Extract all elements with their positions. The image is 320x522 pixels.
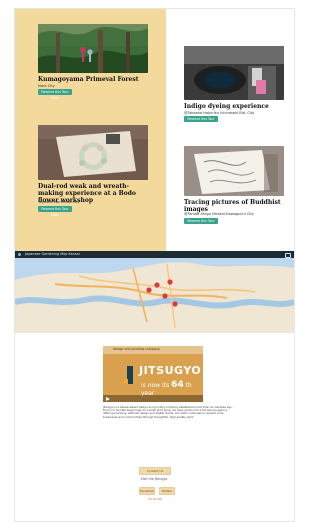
tour-cards-section: Kumagoyama Primeval Forest Nara City Res… <box>15 9 294 251</box>
tour-card-wreath: Dual-rod weak and wreath-making experien… <box>38 125 148 217</box>
company-video[interactable]: design and printing company JITSUGYO is … <box>103 346 203 402</box>
reserve-button[interactable]: Reserve this Tour Now <box>184 218 218 229</box>
footer-line: Visit the Jitsugyo <box>140 477 168 481</box>
embedded-map[interactable]: Japanese Gardening Map Kansai <box>15 251 294 333</box>
buddhist-photo <box>184 146 284 196</box>
brand-name: JITSUGYO <box>139 364 202 377</box>
indigo-photo <box>184 46 284 100</box>
reserve-button[interactable]: Reserve this Tour Now <box>38 206 72 217</box>
tour-card-buddhist: Tracing pictures of Buddhist images @Tam… <box>184 146 284 236</box>
tour-location: Toyooka Workshop City <box>38 200 80 204</box>
video-banner: design and printing company <box>103 346 203 354</box>
tour-location: @Takaoka Hokuriku Ichinoseki Bld. City <box>184 111 255 115</box>
tour-card-forest: Kumagoyama Primeval Forest Nara City Res… <box>38 24 148 104</box>
forest-image <box>38 24 148 73</box>
video-banner-text: design and printing company <box>113 347 160 351</box>
anniversary-prefix: is now its <box>141 382 170 389</box>
map-dot-icon <box>18 253 21 256</box>
buddhist-image <box>184 146 284 196</box>
anniversary-number: 64 <box>171 380 184 390</box>
go-to-top-link[interactable]: Go to top <box>135 497 175 501</box>
map-canvas[interactable] <box>15 258 294 333</box>
map-marker[interactable] <box>172 301 178 307</box>
indigo-image <box>184 46 284 100</box>
forest-photo <box>38 24 148 73</box>
reserve-button[interactable]: Reserve this Tour Now <box>38 89 72 100</box>
map-marker[interactable] <box>154 282 160 288</box>
play-icon[interactable] <box>106 397 110 401</box>
facebook-button[interactable]: Facebook <box>139 487 155 495</box>
wreath-photo <box>38 125 148 180</box>
wreath-image <box>38 125 148 180</box>
page: Kumagoyama Primeval Forest Nara City Res… <box>14 8 295 522</box>
tour-title: Tracing pictures of Buddhist images <box>184 199 281 213</box>
map-marker[interactable] <box>162 293 168 299</box>
map-marker[interactable] <box>167 279 173 285</box>
reserve-button[interactable]: Reserve this Tour Now <box>184 116 218 127</box>
tour-location: Nara City <box>38 84 55 88</box>
tour-card-indigo: Indigo dyeing experience @Takaoka Hokuri… <box>184 46 284 136</box>
twitter-button[interactable]: Twitter <box>159 487 175 495</box>
brand-logo-accent <box>124 379 128 384</box>
map-title: Japanese Gardening Map Kansai <box>25 252 80 256</box>
video-controls[interactable] <box>103 395 203 402</box>
tour-title: Kumagoyama Primeval Forest <box>38 76 139 83</box>
tour-title: Indigo dyeing experience <box>184 103 269 110</box>
tour-location: @Tamba-Shiga Hikashi-Kawaguchi City <box>184 212 254 216</box>
contact-button[interactable]: Contact Us <box>139 467 171 475</box>
map-header: Japanese Gardening Map Kansai <box>15 251 294 258</box>
company-description: Jitsugyo is a Kansai-based design and pr… <box>103 405 233 419</box>
map-marker[interactable] <box>146 287 152 293</box>
